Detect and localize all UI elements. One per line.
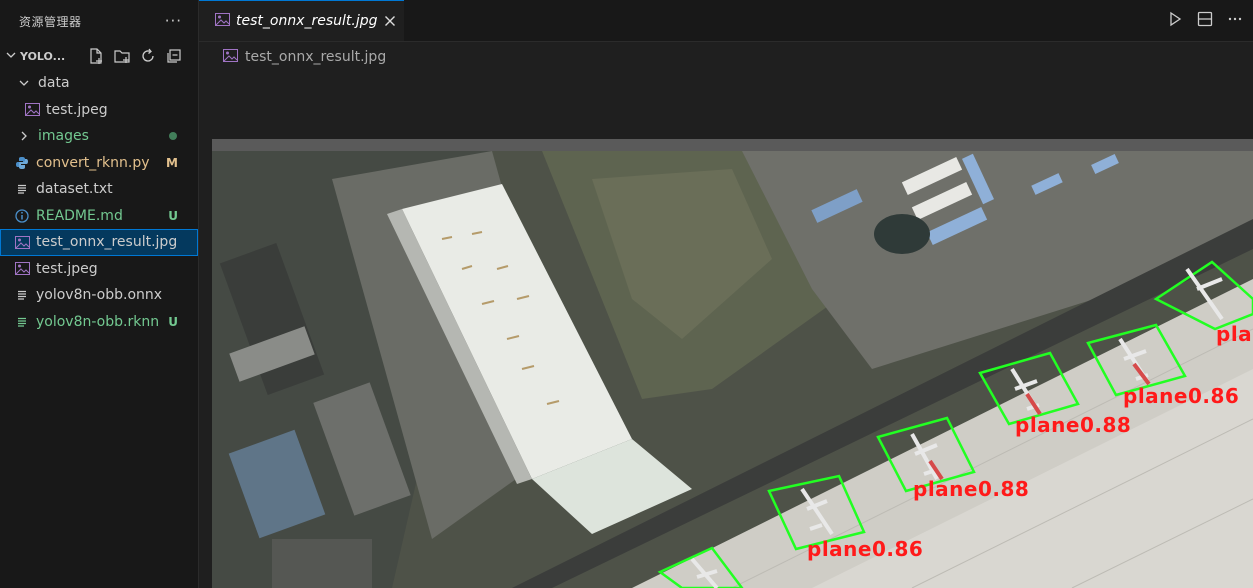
tab-test-onnx-result[interactable]: test_onnx_result.jpg	[199, 0, 404, 41]
explorer-title: 资源管理器	[19, 14, 82, 29]
tree-item-data-folder[interactable]: data	[0, 70, 198, 97]
file-tree: data test.jpeg images convert_rknn.py M	[0, 70, 198, 335]
tree-item-label: test_onnx_result.jpg	[36, 234, 178, 251]
detection-label: plane0.88	[913, 477, 1030, 501]
new-folder-icon[interactable]	[112, 46, 132, 66]
tree-item-label: test.jpeg	[46, 101, 108, 118]
tree-item-test-onnx-result[interactable]: test_onnx_result.jpg	[0, 229, 198, 256]
breadcrumb[interactable]: test_onnx_result.jpg	[199, 42, 1253, 72]
project-section-header[interactable]: YOLO...	[0, 42, 198, 70]
tree-item-test-jpeg-root[interactable]: test.jpeg	[0, 256, 198, 283]
image-file-icon	[215, 12, 230, 30]
tab-label: test_onnx_result.jpg	[236, 13, 378, 29]
text-file-icon	[14, 287, 30, 303]
detection-box	[1153, 260, 1253, 331]
editor-area: test_onnx_result.jpg test_onnx_result.jp…	[199, 0, 1253, 588]
tree-item-label: convert_rknn.py	[36, 154, 150, 171]
tree-item-dataset-txt[interactable]: dataset.txt	[0, 176, 198, 203]
more-actions-icon[interactable]	[1227, 11, 1243, 31]
tree-item-label: yolov8n-obb.rknn	[36, 313, 160, 330]
detection-overlay	[657, 260, 1253, 588]
explorer-sidebar: 资源管理器 ··· YOLO... data test.jpeg images …	[0, 0, 199, 588]
tree-item-onnx-model[interactable]: yolov8n-obb.onnx	[0, 282, 198, 309]
collapse-all-icon[interactable]	[164, 46, 184, 66]
image-file-icon	[14, 234, 30, 250]
breadcrumb-file: test_onnx_result.jpg	[245, 49, 387, 65]
chevron-right-icon	[16, 128, 32, 144]
text-file-icon	[14, 314, 30, 330]
git-status-badge: U	[168, 314, 178, 329]
tree-item-label: images	[38, 128, 89, 145]
tree-item-label: yolov8n-obb.onnx	[36, 287, 163, 304]
git-status-badge: U	[168, 208, 178, 223]
tree-item-label: README.md	[36, 207, 123, 224]
tree-item-label: test.jpeg	[36, 260, 98, 277]
image-file-icon	[14, 261, 30, 277]
close-icon[interactable]	[384, 12, 396, 31]
more-actions-icon[interactable]: ···	[165, 12, 182, 30]
new-file-icon[interactable]	[86, 46, 106, 66]
editor-tab-bar: test_onnx_result.jpg	[199, 0, 1253, 42]
explorer-header: 资源管理器 ···	[0, 0, 198, 42]
python-file-icon	[14, 155, 30, 171]
chevron-down-icon	[4, 49, 18, 64]
detection-label: plane0.86	[807, 537, 924, 561]
image-file-icon	[223, 48, 238, 66]
project-name: YOLO...	[20, 49, 66, 63]
git-status-badge: M	[166, 155, 178, 170]
tree-item-rknn-model[interactable]: yolov8n-obb.rknn U	[0, 309, 198, 336]
info-icon	[14, 208, 30, 224]
tree-item-label: dataset.txt	[36, 181, 113, 198]
refresh-icon[interactable]	[138, 46, 158, 66]
tree-item-readme[interactable]: README.md U	[0, 203, 198, 230]
image-file-icon	[24, 102, 40, 118]
split-editor-icon[interactable]	[1197, 11, 1213, 31]
detection-label: plane	[1216, 322, 1253, 346]
detection-label: plane0.86	[1123, 384, 1240, 408]
untracked-dot-icon	[169, 132, 177, 141]
detection-box	[657, 546, 744, 588]
image-preview: plane0.86 plane0.88 plane0.88 plane0.86 …	[212, 139, 1253, 588]
chevron-down-icon	[16, 75, 32, 91]
text-file-icon	[14, 181, 30, 197]
tree-item-label: data	[38, 75, 70, 92]
tree-item-convert-rknn[interactable]: convert_rknn.py M	[0, 150, 198, 177]
tree-item-test-jpeg[interactable]: test.jpeg	[0, 97, 198, 124]
tree-item-images-folder[interactable]: images	[0, 123, 198, 150]
run-icon[interactable]	[1167, 11, 1183, 31]
detection-label: plane0.88	[1015, 413, 1132, 437]
